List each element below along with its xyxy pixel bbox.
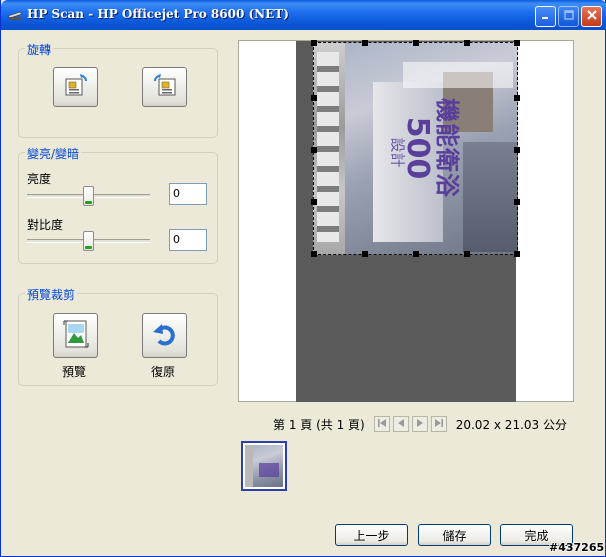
page-navigator: 第 1 頁 (共 1 頁) 20.02 x 21.03 公分 <box>273 415 567 433</box>
crop-handle-l1[interactable] <box>311 95 317 101</box>
page-thumbnail-image <box>245 445 283 487</box>
contrast-slider-thumb[interactable] <box>83 231 94 251</box>
preview-button[interactable] <box>53 313 98 358</box>
restore-label: 復原 <box>151 365 176 379</box>
contrast-input[interactable]: 0 <box>169 229 207 251</box>
preview-label: 預覽 <box>62 365 87 379</box>
restore-button[interactable] <box>142 313 187 358</box>
close-button[interactable] <box>581 6 602 27</box>
crop-group <box>18 293 218 386</box>
brightness-group-title: 變亮/變暗 <box>25 145 82 162</box>
crop-handle-r2[interactable] <box>514 147 520 153</box>
scanner-icon <box>7 9 23 21</box>
save-button[interactable]: 儲存 <box>418 524 491 546</box>
crop-handle-r3[interactable] <box>514 199 520 205</box>
page-thumbnail[interactable] <box>241 441 287 491</box>
rotate-group-title: 旋轉 <box>25 41 54 58</box>
crop-handle-tl[interactable] <box>311 40 317 46</box>
rotate-right-button[interactable] <box>142 67 187 107</box>
last-page-button[interactable] <box>430 416 447 432</box>
crop-handle-b1[interactable] <box>362 251 368 257</box>
first-page-icon <box>377 417 387 431</box>
brightness-input[interactable]: 0 <box>169 183 207 205</box>
watermark-id: #437265 <box>549 541 605 554</box>
rotate-right-icon <box>152 73 178 102</box>
thumbnail-strip <box>245 445 253 487</box>
page-indicator: 第 1 頁 (共 1 頁) <box>273 417 365 432</box>
maximize-icon <box>563 10 574 23</box>
rotate-group <box>18 48 218 138</box>
prev-page-icon <box>396 417 406 431</box>
crop-handle-br[interactable] <box>514 251 520 257</box>
window-title: HP Scan - HP Officejet Pro 8600 (NET) <box>27 7 289 21</box>
crop-handle-tr[interactable] <box>514 40 520 46</box>
crop-handle-l2[interactable] <box>311 147 317 153</box>
crop-handle-bl[interactable] <box>311 251 317 257</box>
crop-handle-b3[interactable] <box>464 251 470 257</box>
back-button[interactable]: 上一步 <box>335 524 408 546</box>
crop-handle-b2[interactable] <box>413 251 419 257</box>
title-bar[interactable]: HP Scan - HP Officejet Pro 8600 (NET) <box>1 0 606 30</box>
next-page-button[interactable] <box>411 416 428 432</box>
close-icon <box>586 10 597 23</box>
undo-icon <box>151 320 179 351</box>
last-page-icon <box>434 417 444 431</box>
crop-handle-t1[interactable] <box>362 40 368 46</box>
rotate-left-icon <box>63 73 89 102</box>
minimize-icon <box>541 10 551 23</box>
scan-window: HP Scan - HP Officejet Pro 8600 (NET) 旋轉 <box>0 0 606 557</box>
brightness-label: 亮度 <box>27 172 52 186</box>
preview-image-icon <box>62 319 90 352</box>
maximize-button[interactable] <box>558 6 579 27</box>
crop-group-title: 預覽裁剪 <box>25 286 78 303</box>
brightness-slider-thumb[interactable] <box>83 186 94 206</box>
first-page-button[interactable] <box>373 416 390 432</box>
scan-preview-area[interactable]: 機能衛浴 500 設計 <box>238 40 574 402</box>
crop-handle-r1[interactable] <box>514 95 520 101</box>
crop-selection[interactable] <box>311 40 520 257</box>
page-dimensions: 20.02 x 21.03 公分 <box>455 417 567 432</box>
next-page-icon <box>415 417 425 431</box>
minimize-button[interactable] <box>535 6 556 27</box>
crop-handle-l3[interactable] <box>311 199 317 205</box>
crop-handle-t2[interactable] <box>413 40 419 46</box>
rotate-left-button[interactable] <box>53 67 98 107</box>
prev-page-button[interactable] <box>392 416 409 432</box>
thumbnail-text-block <box>259 463 279 477</box>
contrast-label: 對比度 <box>27 218 64 232</box>
crop-handle-t3[interactable] <box>464 40 470 46</box>
